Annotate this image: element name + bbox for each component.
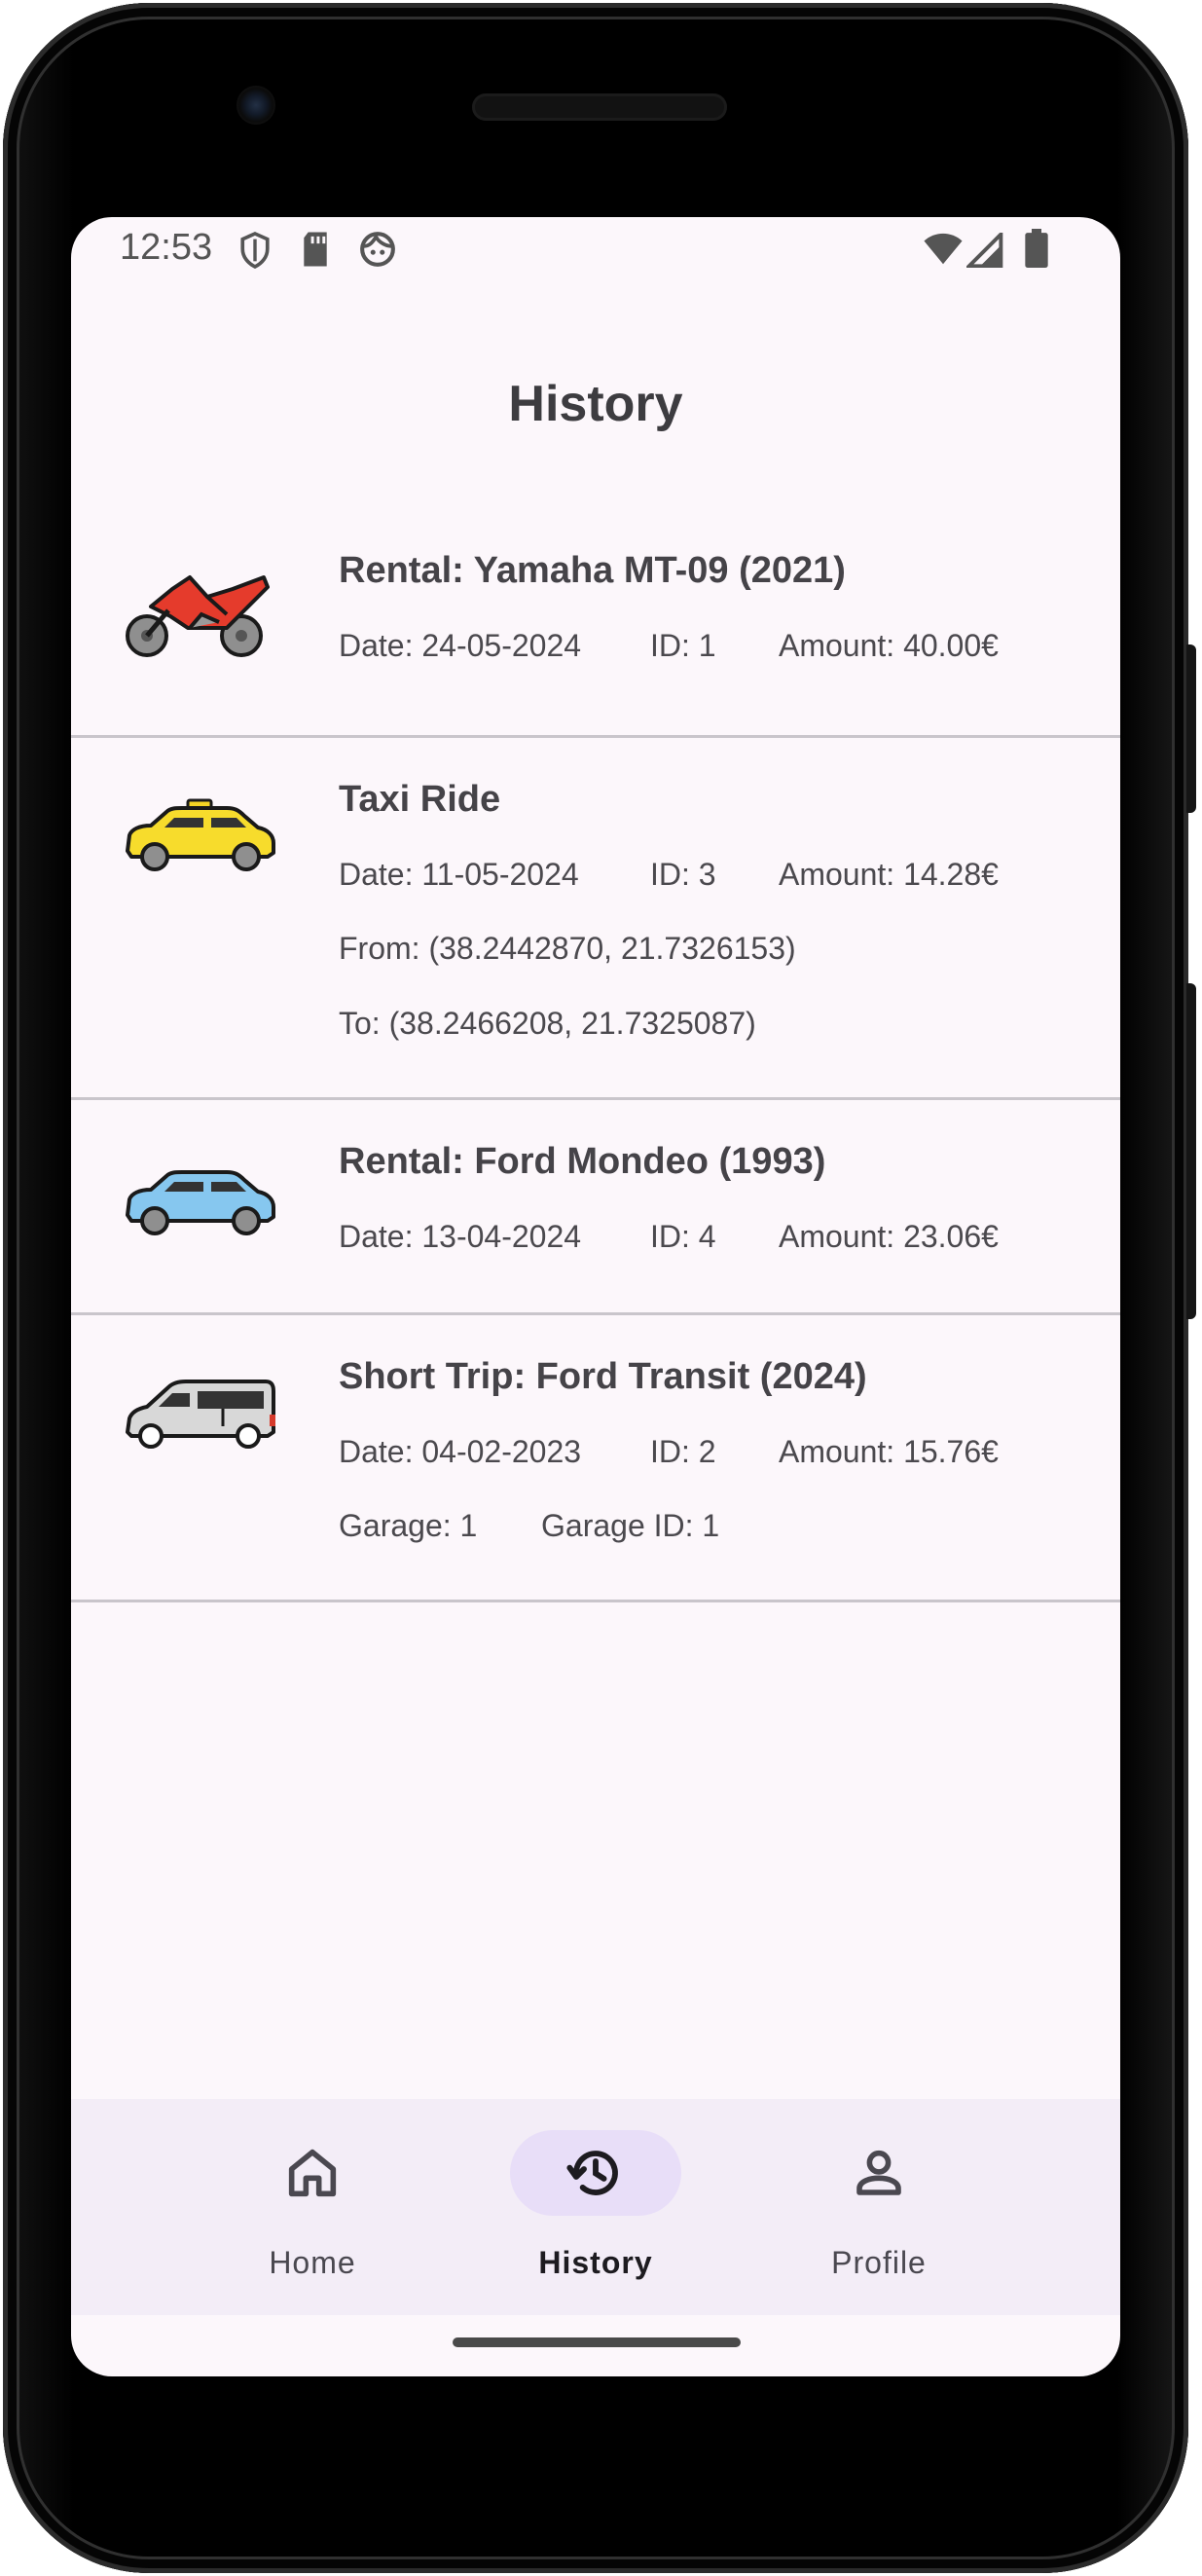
gesture-home-indicator[interactable]: [453, 2337, 741, 2347]
bottom-navigation: Home History Profile: [71, 2099, 1120, 2315]
nav-item-history[interactable]: History: [450, 2099, 742, 2315]
history-item-date: Date: 11-05-2024: [339, 857, 579, 892]
history-item-to: To: (38.2466208, 21.7325087): [339, 1006, 756, 1041]
car-icon: [126, 1170, 275, 1235]
history-item-garage-name: Garage: 1: [339, 1508, 478, 1543]
motorcycle-icon: [126, 575, 270, 657]
volume-button: [1186, 644, 1196, 813]
history-item-title: Rental: Ford Mondeo (1993): [339, 1141, 826, 1182]
screen: 12:53 History Rental: Yamaha MT-09 (2021…: [71, 217, 1120, 2376]
history-item-id: ID: 4: [650, 1219, 716, 1254]
status-time: 12:53: [120, 227, 213, 268]
signal-icon: [966, 233, 1003, 268]
history-item-date: Date: 24-05-2024: [339, 628, 582, 663]
sd-card-icon: [304, 232, 327, 267]
history-item-from: From: (38.2442870, 21.7326153): [339, 931, 796, 966]
nav-label-profile: Profile: [831, 2245, 927, 2280]
history-item-date: Date: 13-04-2024: [339, 1219, 582, 1254]
history-item-title: Rental: Yamaha MT-09 (2021): [339, 550, 846, 591]
history-item-amount: Amount: 23.06€: [779, 1219, 999, 1254]
nav-label-history: History: [538, 2245, 653, 2280]
history-item[interactable]: Short Trip: Ford Transit (2024) Date: 04…: [71, 1315, 1120, 1602]
van-icon: [126, 1380, 275, 1449]
history-item[interactable]: Rental: Ford Mondeo (1993) Date: 13-04-2…: [71, 1100, 1120, 1315]
history-item-id: ID: 1: [650, 628, 716, 663]
page-title: History: [508, 376, 683, 432]
nav-item-profile[interactable]: Profile: [733, 2099, 1025, 2315]
history-item-title: Taxi Ride: [339, 779, 501, 820]
earpiece-speaker: [472, 93, 727, 121]
history-icon: [566, 2151, 618, 2195]
nav-label-home: Home: [269, 2245, 356, 2280]
history-item-title: Short Trip: Ford Transit (2024): [339, 1356, 867, 1397]
history-item[interactable]: Taxi Ride Date: 11-05-2024 ID: 3 Amount:…: [71, 738, 1120, 1100]
status-bar: 12:53: [71, 217, 1120, 297]
person-icon: [856, 2150, 901, 2195]
history-item-garage-id: Garage ID: 1: [541, 1508, 720, 1543]
history-item-amount: Amount: 15.76€: [779, 1434, 999, 1469]
front-camera: [237, 86, 275, 125]
home-icon: [288, 2149, 337, 2197]
history-item-amount: Amount: 40.00€: [779, 628, 999, 663]
history-list: Rental: Yamaha MT-09 (2021) Date: 24-05-…: [71, 509, 1120, 1602]
nav-item-home[interactable]: Home: [166, 2099, 458, 2315]
shield-icon: [240, 231, 270, 270]
history-item-id: ID: 2: [650, 1434, 716, 1469]
history-item[interactable]: Rental: Yamaha MT-09 (2021) Date: 24-05-…: [71, 509, 1120, 738]
history-item-id: ID: 3: [650, 857, 716, 892]
battery-icon: [1025, 229, 1048, 268]
taxi-icon: [126, 798, 275, 871]
face-icon: [360, 232, 395, 267]
history-item-date: Date: 04-02-2023: [339, 1434, 582, 1469]
history-item-amount: Amount: 14.28€: [779, 857, 999, 892]
phone-frame: 12:53 History Rental: Yamaha MT-09 (2021…: [3, 3, 1188, 2573]
power-button: [1186, 983, 1196, 1319]
wifi-icon: [924, 233, 963, 265]
